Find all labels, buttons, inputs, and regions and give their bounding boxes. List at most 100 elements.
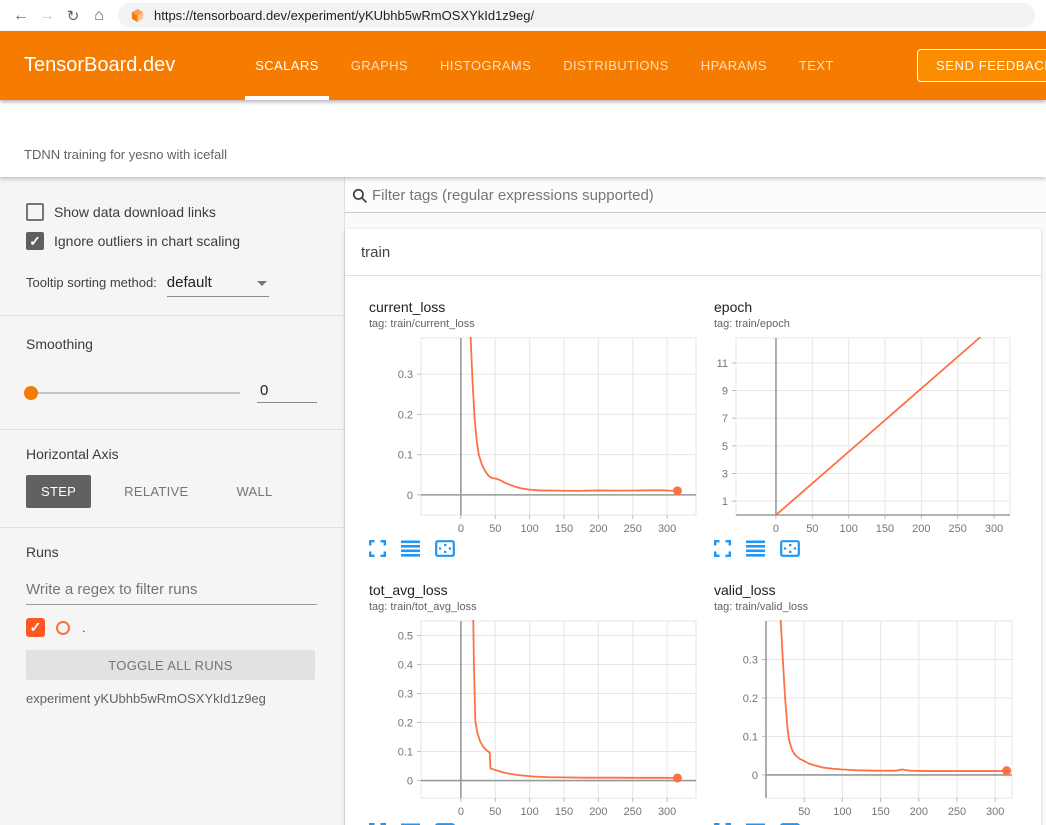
runs-label: Runs xyxy=(26,544,317,560)
tab-hparams[interactable]: HPARAMS xyxy=(691,31,777,100)
checkbox-checked-icon[interactable]: ✓ xyxy=(26,232,44,250)
runs-regex-input[interactable] xyxy=(26,579,317,605)
run-checkbox-checked-icon[interactable]: ✓ xyxy=(26,618,45,637)
svg-text:300: 300 xyxy=(986,806,1004,818)
axis-relative-button[interactable]: RELATIVE xyxy=(109,475,203,508)
ignore-outliers-checkbox-row[interactable]: ✓ Ignore outliers in chart scaling xyxy=(26,232,317,250)
svg-text:0.2: 0.2 xyxy=(743,693,758,705)
smoothing-slider[interactable] xyxy=(26,392,240,394)
scalars-main-panel: train current_loss tag: train/current_lo… xyxy=(345,177,1046,825)
tab-hparams-label: HPARAMS xyxy=(701,58,767,73)
chart-title: valid_loss xyxy=(714,583,1046,598)
chart-card-epoch: epoch tag: train/epoch 05010015020025030… xyxy=(714,300,1046,557)
svg-text:0: 0 xyxy=(458,523,464,535)
chart-tag: tag: train/valid_loss xyxy=(714,601,1046,613)
chart-tag: tag: train/current_loss xyxy=(369,318,714,330)
tab-scalars[interactable]: SCALARS xyxy=(245,31,329,100)
tab-graphs[interactable]: GRAPHS xyxy=(341,31,418,100)
svg-text:11: 11 xyxy=(717,358,728,370)
tooltip-sorting-label: Tooltip sorting method: xyxy=(26,275,157,290)
address-bar[interactable]: https://tensorboard.dev/experiment/yKUbh… xyxy=(118,3,1035,28)
smoothing-value-field[interactable]: 0 xyxy=(257,382,317,403)
chart-toolbar xyxy=(714,540,1046,557)
run-list-item[interactable]: ✓ . xyxy=(26,618,317,637)
svg-text:0.2: 0.2 xyxy=(398,409,413,421)
axis-wall-button[interactable]: WALL xyxy=(221,475,287,508)
svg-text:100: 100 xyxy=(839,523,857,535)
svg-text:50: 50 xyxy=(489,806,501,818)
svg-text:7: 7 xyxy=(722,413,728,425)
chart-title: epoch xyxy=(714,300,1046,315)
tab-distributions[interactable]: DISTRIBUTIONS xyxy=(553,31,679,100)
svg-text:200: 200 xyxy=(589,523,607,535)
browser-back-icon[interactable]: ← xyxy=(8,7,34,25)
tab-graphs-label: GRAPHS xyxy=(351,58,408,73)
svg-text:300: 300 xyxy=(985,523,1003,535)
chart-toolbar xyxy=(369,540,714,557)
axis-step-button[interactable]: STEP xyxy=(26,475,91,508)
toggle-all-runs-button[interactable]: TOGGLE ALL RUNS xyxy=(26,650,315,680)
svg-text:0.1: 0.1 xyxy=(398,747,413,759)
tab-text[interactable]: TEXT xyxy=(789,31,844,100)
line-chart-valid-loss[interactable]: 5010015020025030000.10.20.3 xyxy=(714,619,1046,821)
line-chart-tot-avg-loss[interactable]: 05010015020025030000.10.20.30.40.5 xyxy=(369,619,701,821)
browser-home-icon[interactable]: ⌂ xyxy=(86,7,112,25)
browser-reload-icon[interactable]: ↻ xyxy=(60,7,86,25)
svg-text:300: 300 xyxy=(658,806,676,818)
svg-text:150: 150 xyxy=(871,806,889,818)
app-header: TensorBoard.dev SCALARS GRAPHS HISTOGRAM… xyxy=(0,31,1046,100)
url-text: https://tensorboard.dev/experiment/yKUbh… xyxy=(154,8,534,23)
settings-sidebar: Show data download links ✓ Ignore outlie… xyxy=(0,177,345,825)
svg-text:0.3: 0.3 xyxy=(398,689,413,701)
svg-text:100: 100 xyxy=(520,806,538,818)
search-icon xyxy=(352,188,368,204)
chart-tag: tag: train/epoch xyxy=(714,318,1046,330)
svg-text:0.1: 0.1 xyxy=(398,450,413,462)
svg-text:0: 0 xyxy=(773,523,779,535)
svg-text:5: 5 xyxy=(722,441,728,453)
tag-filter-row xyxy=(345,177,1046,213)
browser-forward-icon[interactable]: → xyxy=(34,7,60,25)
log-scale-lines-icon[interactable] xyxy=(401,540,420,557)
experiment-description: TDNN training for yesno with icefall xyxy=(24,147,227,162)
fit-domain-icon[interactable] xyxy=(780,540,800,557)
svg-text:0.1: 0.1 xyxy=(743,731,758,743)
svg-text:100: 100 xyxy=(833,806,851,818)
tooltip-sorting-dropdown[interactable]: default xyxy=(167,274,269,297)
tensorboard-page: ← → ↻ ⌂ https://tensorboard.dev/experime… xyxy=(0,0,1046,825)
chart-card-tot-avg-loss: tot_avg_loss tag: train/tot_avg_loss 0 50… xyxy=(369,583,714,825)
svg-text:200: 200 xyxy=(589,806,607,818)
svg-text:0.3: 0.3 xyxy=(743,654,758,666)
send-feedback-button[interactable]: SEND FEEDBACK xyxy=(917,49,1046,82)
svg-text:150: 150 xyxy=(555,523,573,535)
svg-text:50: 50 xyxy=(798,806,810,818)
svg-text:0: 0 xyxy=(458,806,464,818)
line-chart-current-loss[interactable]: 05010015020025030000.10.20.3 xyxy=(369,336,701,538)
svg-text:250: 250 xyxy=(624,806,642,818)
category-header-train[interactable]: train xyxy=(345,229,1041,276)
expand-chart-icon[interactable] xyxy=(714,540,731,557)
tag-filter-input[interactable] xyxy=(372,183,1036,207)
smoothing-label: Smoothing xyxy=(26,336,317,352)
nav-tabs: SCALARS GRAPHS HISTOGRAMS DISTRIBUTIONS … xyxy=(245,31,856,100)
svg-text:0: 0 xyxy=(407,490,413,502)
expand-chart-icon[interactable] xyxy=(369,540,386,557)
svg-text:0.5: 0.5 xyxy=(398,631,413,643)
svg-text:250: 250 xyxy=(948,806,966,818)
svg-text:1: 1 xyxy=(722,496,728,508)
fit-domain-icon[interactable] xyxy=(435,540,455,557)
svg-text:9: 9 xyxy=(722,386,728,398)
line-chart-epoch[interactable]: 0501001502002503001357911 xyxy=(714,336,1046,538)
smoothing-slider-thumb[interactable] xyxy=(24,386,38,400)
chart-tag: tag: train/tot_avg_loss xyxy=(369,601,714,613)
charts-grid: current_loss tag: train/current_loss 050… xyxy=(345,276,1041,825)
svg-text:0: 0 xyxy=(752,770,758,782)
checkbox-unchecked-icon[interactable] xyxy=(26,203,44,221)
show-download-links-checkbox-row[interactable]: Show data download links xyxy=(26,203,317,221)
tab-scalars-label: SCALARS xyxy=(255,58,319,73)
svg-text:0.4: 0.4 xyxy=(398,660,413,672)
log-scale-lines-icon[interactable] xyxy=(746,540,765,557)
chart-title: tot_avg_loss xyxy=(369,583,714,598)
tab-histograms-label: HISTOGRAMS xyxy=(440,58,531,73)
tab-histograms[interactable]: HISTOGRAMS xyxy=(430,31,541,100)
